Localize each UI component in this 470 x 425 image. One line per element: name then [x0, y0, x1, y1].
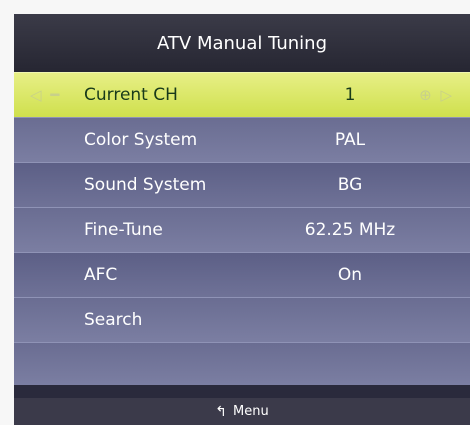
menu-return-icon: ↰ [215, 403, 228, 420]
menu-item-label: Color System [84, 130, 198, 150]
menu-item-afc[interactable]: AFC On [14, 252, 470, 297]
menu-item-label: Fine-Tune [84, 220, 163, 240]
menu-list: ◁ ━ Current CH 1 ⊕ ▷ Color System PAL So… [14, 72, 470, 385]
left-arrow-icon[interactable]: ◁ ━ [30, 73, 61, 117]
footer-bar[interactable]: ↰ Menu [14, 398, 470, 425]
menu-item-value: PAL [334, 130, 366, 150]
menu-item-value: 1 [344, 85, 356, 105]
menu-label: Menu [233, 404, 269, 419]
menu-item-sound-system[interactable]: Sound System BG [14, 162, 470, 207]
menu-item-value: 62.25 MHz [304, 220, 396, 240]
menu-item-value: On [337, 265, 363, 285]
page-title: ATV Manual Tuning [14, 14, 470, 72]
menu-item-label: AFC [84, 265, 118, 285]
atv-tuning-screen: ATV Manual Tuning ◁ ━ Current CH 1 ⊕ ▷ C… [14, 14, 470, 425]
menu-item-label: Current CH [84, 85, 178, 105]
menu-item-value: BG [337, 175, 363, 195]
menu-item-search[interactable]: Search [14, 297, 470, 342]
menu-item-label: Search [84, 310, 143, 330]
menu-item-label: Sound System [84, 175, 207, 195]
menu-item-fine-tune[interactable]: Fine-Tune 62.25 MHz [14, 207, 470, 252]
right-arrow-icon[interactable]: ⊕ ▷ [419, 73, 454, 117]
empty-row [14, 342, 470, 385]
menu-item-current-ch[interactable]: ◁ ━ Current CH 1 ⊕ ▷ [14, 72, 470, 117]
menu-item-color-system[interactable]: Color System PAL [14, 117, 470, 162]
